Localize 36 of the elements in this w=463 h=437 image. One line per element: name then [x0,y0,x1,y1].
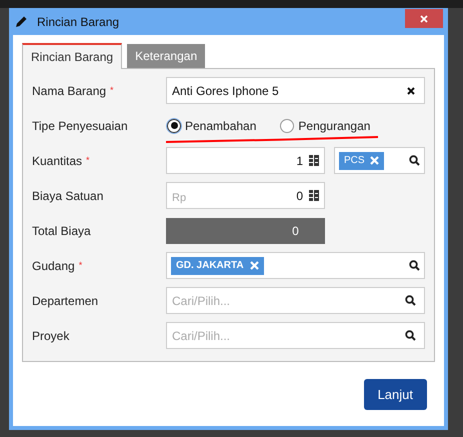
field-label: Nama Barang [32,82,106,100]
field-label: Kuantitas [32,152,82,170]
text-field[interactable]: Anti Gores Iphone 5 [166,77,425,104]
total-field: 0 [166,218,325,244]
search-icon [409,260,420,271]
radio-option[interactable]: Penambahan [167,116,256,134]
continue-button[interactable]: Lanjut [364,379,427,410]
close-icon [420,14,428,22]
clear-icon[interactable] [407,86,415,94]
search-icon [409,155,420,166]
field-label: Departemen [32,292,98,310]
pencil-icon [14,14,28,28]
remove-icon[interactable] [250,261,259,270]
number-field[interactable]: 1 [166,147,325,174]
required-mark: * [78,258,82,272]
close-button[interactable] [405,9,443,28]
field-label: Total Biaya [32,222,91,240]
dialog-title: Rincian Barang [37,14,120,30]
selected-tag: GD. JAKARTA [171,256,264,274]
calculator-icon [309,190,319,201]
required-mark: * [86,154,90,167]
field-label: Tipe Penyesuaian [32,118,128,134]
radio-option[interactable]: Pengurangan [280,116,370,134]
field-label: Gudang [32,258,75,274]
calculator-icon [309,155,319,166]
remove-icon[interactable] [370,156,379,165]
tab[interactable]: Rincian Barang [22,43,122,69]
search-icon [405,295,416,306]
required-mark: * [110,84,114,97]
unit-tag: PCS [339,152,384,170]
search-icon [405,330,416,341]
field-label: Proyek [32,328,70,344]
lookup-field[interactable]: Cari/Pilih... [166,287,425,314]
currency-field[interactable]: Rp 0 [166,182,325,209]
field-label: Biaya Satuan [32,188,104,204]
lookup-field[interactable]: Cari/Pilih... [166,322,425,349]
